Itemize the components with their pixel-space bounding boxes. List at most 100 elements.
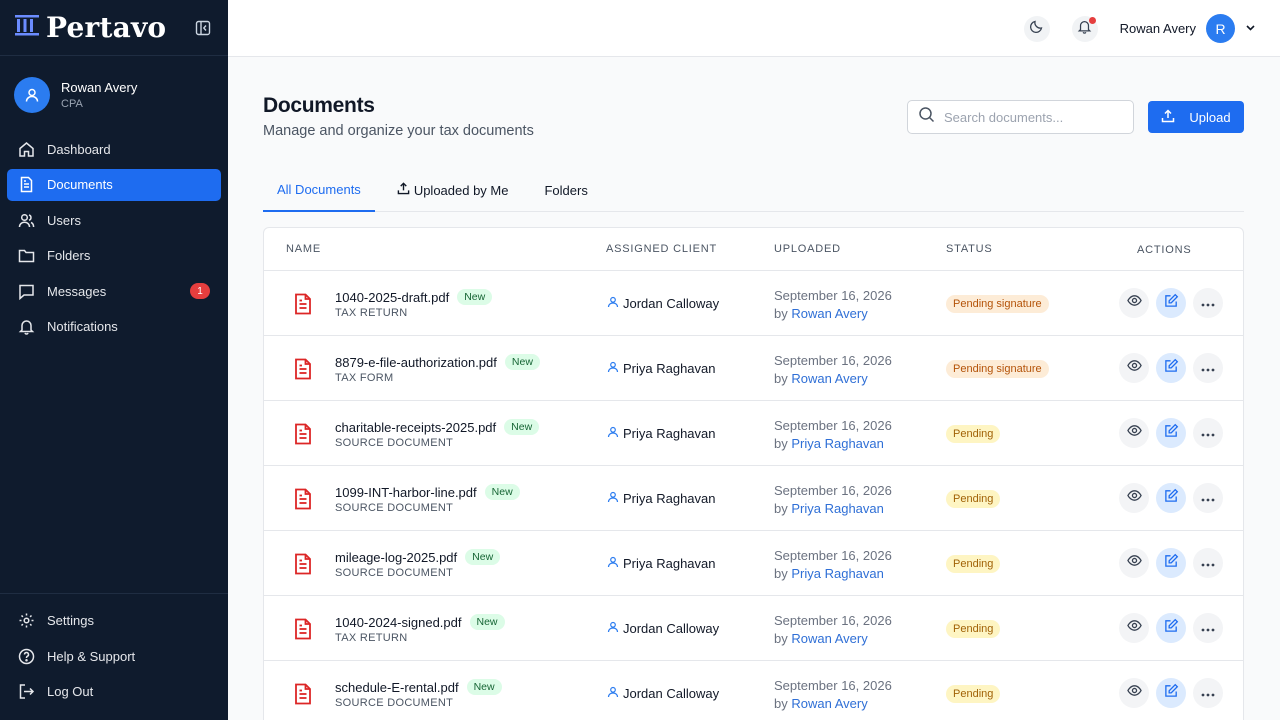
edit-button[interactable] bbox=[1156, 678, 1186, 708]
client-name: Priya Raghavan bbox=[623, 556, 716, 571]
uploaded-date: September 16, 2026 bbox=[774, 288, 892, 303]
document-icon bbox=[18, 176, 35, 193]
client-name: Jordan Calloway bbox=[623, 686, 720, 701]
table-row[interactable]: 1040-2024-signed.pdf New TAX RETURN Jord… bbox=[264, 596, 1243, 661]
assigned-client[interactable]: Jordan Calloway bbox=[607, 296, 719, 311]
more-options-button[interactable] bbox=[1193, 418, 1223, 448]
view-button[interactable] bbox=[1119, 483, 1149, 513]
new-badge: New bbox=[466, 679, 502, 695]
sidebar-item-documents[interactable]: Documents bbox=[7, 168, 221, 201]
home-icon bbox=[18, 141, 35, 158]
column-header-client[interactable]: ASSIGNED CLIENT bbox=[606, 243, 717, 255]
sidebar-item-notifications[interactable]: Notifications bbox=[7, 311, 221, 343]
table-row[interactable]: 1099-INT-harbor-line.pdf New SOURCE DOCU… bbox=[264, 466, 1243, 531]
sidebar-item-users[interactable]: Users bbox=[7, 204, 221, 236]
sidebar-collapse-icon[interactable] bbox=[192, 17, 214, 39]
tab-folders[interactable]: Folders bbox=[508, 168, 587, 212]
tab-label: Folders bbox=[544, 182, 588, 198]
edit-button[interactable] bbox=[1156, 613, 1186, 643]
uploader-link[interactable]: Rowan Avery bbox=[791, 696, 867, 711]
view-button[interactable] bbox=[1119, 613, 1149, 643]
topbar-avatar[interactable]: R bbox=[1206, 14, 1235, 43]
more-options-button[interactable] bbox=[1193, 548, 1223, 578]
view-button[interactable] bbox=[1119, 548, 1149, 578]
uploader-link[interactable]: Rowan Avery bbox=[791, 631, 867, 646]
view-button[interactable] bbox=[1119, 678, 1149, 708]
more-options-button[interactable] bbox=[1193, 288, 1223, 318]
file-name[interactable]: charitable-receipts-2025.pdf bbox=[335, 420, 496, 435]
assigned-client[interactable]: Jordan Calloway bbox=[607, 621, 719, 636]
sidebar-item-messages[interactable]: Messages 1 bbox=[7, 275, 221, 307]
more-options-button[interactable] bbox=[1193, 483, 1223, 513]
upload-button[interactable]: Upload bbox=[1148, 101, 1244, 133]
assigned-client[interactable]: Priya Raghavan bbox=[607, 556, 716, 571]
uploader-link[interactable]: Priya Raghavan bbox=[791, 436, 884, 451]
edit-button[interactable] bbox=[1156, 483, 1186, 513]
client-name: Jordan Calloway bbox=[623, 621, 720, 636]
assigned-client[interactable]: Jordan Calloway bbox=[607, 686, 719, 701]
column-header-uploaded[interactable]: UPLOADED bbox=[774, 243, 841, 255]
file-name[interactable]: mileage-log-2025.pdf bbox=[335, 550, 457, 565]
file-name[interactable]: 1040-2025-draft.pdf bbox=[335, 290, 449, 305]
sidebar-item-folders[interactable]: Folders bbox=[7, 240, 221, 272]
file-name[interactable]: 8879-e-file-authorization.pdf bbox=[335, 355, 497, 370]
help-icon bbox=[18, 648, 35, 665]
file-name[interactable]: schedule-E-rental.pdf bbox=[335, 680, 459, 695]
notification-dot bbox=[1088, 16, 1096, 24]
sidebar-item-dashboard[interactable]: Dashboard bbox=[7, 133, 221, 165]
uploader-link[interactable]: Rowan Avery bbox=[791, 371, 867, 386]
file-type: TAX FORM bbox=[335, 372, 394, 384]
brand-logo[interactable]: Pertavo bbox=[14, 11, 166, 44]
more-options-button[interactable] bbox=[1193, 678, 1223, 708]
table-row[interactable]: 8879-e-file-authorization.pdf New TAX FO… bbox=[264, 336, 1243, 401]
column-header-name[interactable]: NAME bbox=[286, 243, 321, 255]
topbar-user-name[interactable]: Rowan Avery bbox=[1120, 21, 1196, 36]
tab-all-documents[interactable]: All Documents bbox=[263, 168, 375, 212]
file-name[interactable]: 1040-2024-signed.pdf bbox=[335, 615, 462, 630]
users-icon bbox=[18, 212, 35, 229]
more-horizontal-icon bbox=[1201, 359, 1215, 377]
uploader-link[interactable]: Priya Raghavan bbox=[791, 566, 884, 581]
uploader-link[interactable]: Priya Raghavan bbox=[791, 501, 884, 516]
dark-mode-toggle[interactable] bbox=[1023, 15, 1050, 42]
view-button[interactable] bbox=[1119, 353, 1149, 383]
file-name[interactable]: 1099-INT-harbor-line.pdf bbox=[335, 485, 477, 500]
view-button[interactable] bbox=[1119, 288, 1149, 318]
table-row[interactable]: 1040-2025-draft.pdf New TAX RETURN Jorda… bbox=[264, 271, 1243, 336]
column-header-status[interactable]: STATUS bbox=[946, 243, 993, 255]
column-header-actions: ACTIONS bbox=[1137, 244, 1192, 256]
more-options-button[interactable] bbox=[1193, 353, 1223, 383]
notifications-button[interactable] bbox=[1071, 15, 1098, 42]
edit-button[interactable] bbox=[1156, 353, 1186, 383]
edit-icon bbox=[1164, 488, 1179, 508]
upload-icon bbox=[397, 182, 410, 198]
status-badge: Pending bbox=[946, 425, 1001, 443]
search-input[interactable] bbox=[944, 109, 1114, 125]
view-button[interactable] bbox=[1119, 418, 1149, 448]
tab-uploaded-by-me[interactable]: Uploaded by Me bbox=[375, 168, 508, 212]
chevron-down-icon[interactable] bbox=[1245, 20, 1256, 38]
file-type: SOURCE DOCUMENT bbox=[335, 437, 454, 449]
sidebar-item-logout[interactable]: Log Out bbox=[7, 676, 221, 708]
assigned-client[interactable]: Priya Raghavan bbox=[607, 361, 716, 376]
table-row[interactable]: schedule-E-rental.pdf New SOURCE DOCUMEN… bbox=[264, 661, 1243, 720]
edit-button[interactable] bbox=[1156, 288, 1186, 318]
user-icon bbox=[607, 426, 619, 441]
uploader-link[interactable]: Rowan Avery bbox=[791, 306, 867, 321]
edit-button[interactable] bbox=[1156, 548, 1186, 578]
table-row[interactable]: mileage-log-2025.pdf New SOURCE DOCUMENT… bbox=[264, 531, 1243, 596]
sidebar-profile[interactable]: Rowan Avery CPA bbox=[0, 67, 228, 123]
assigned-client[interactable]: Priya Raghavan bbox=[607, 426, 716, 441]
edit-button[interactable] bbox=[1156, 418, 1186, 448]
file-type: TAX RETURN bbox=[335, 307, 408, 319]
sidebar-item-help[interactable]: Help & Support bbox=[7, 640, 221, 672]
uploaded-date: September 16, 2026 bbox=[774, 548, 892, 563]
assigned-client[interactable]: Priya Raghavan bbox=[607, 491, 716, 506]
row-actions bbox=[1119, 353, 1223, 383]
more-options-button[interactable] bbox=[1193, 613, 1223, 643]
file-type: SOURCE DOCUMENT bbox=[335, 697, 454, 709]
table-row[interactable]: charitable-receipts-2025.pdf New SOURCE … bbox=[264, 401, 1243, 466]
sidebar-item-settings[interactable]: Settings bbox=[7, 605, 221, 637]
search-box[interactable] bbox=[907, 100, 1134, 134]
uploaded-by: by Priya Raghavan bbox=[774, 566, 884, 581]
